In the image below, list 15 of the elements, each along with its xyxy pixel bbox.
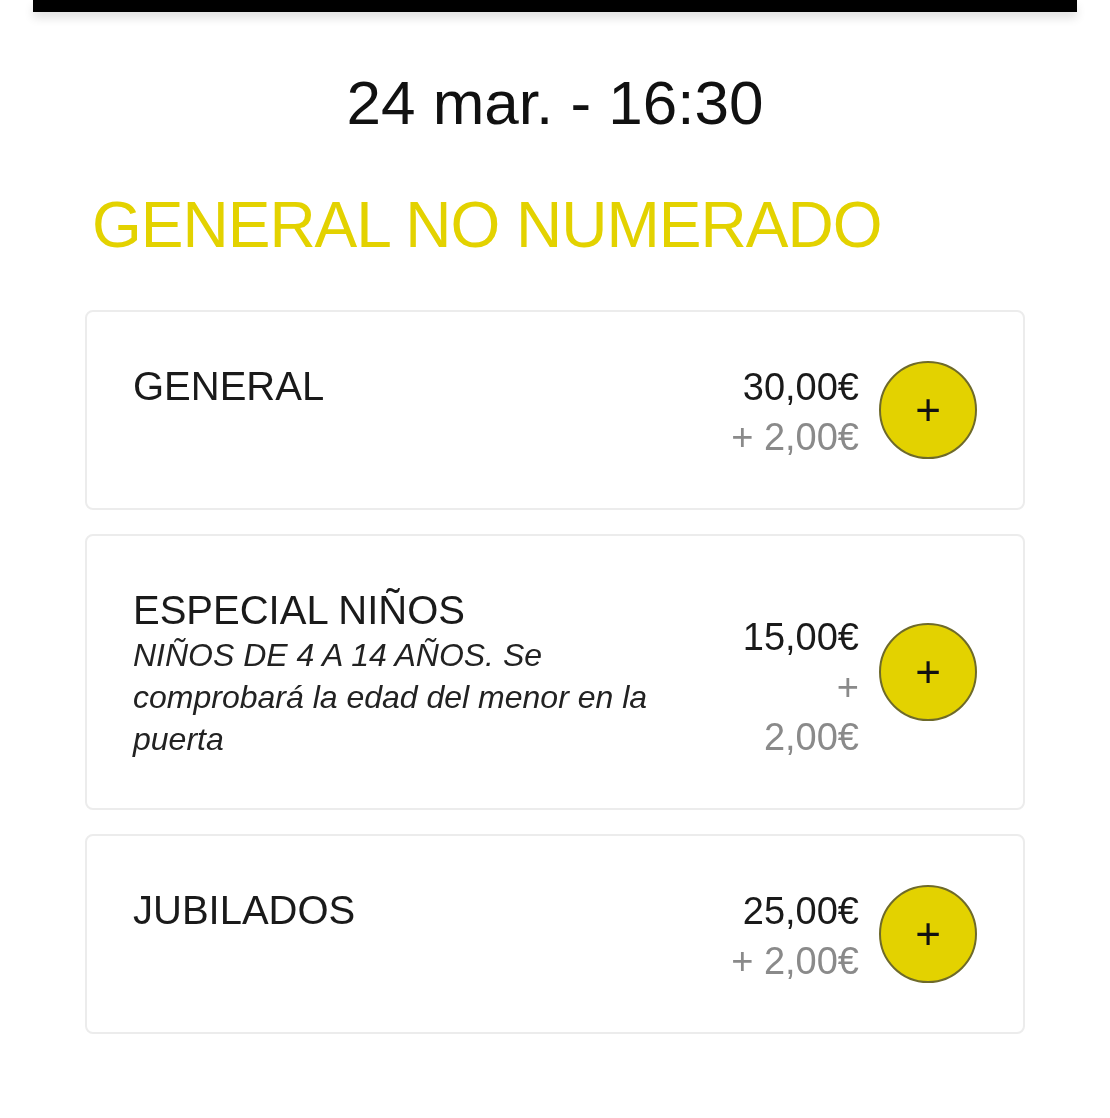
add-button[interactable]: + <box>879 361 977 459</box>
ticket-price: 30,00€ <box>742 365 859 410</box>
ticket-name: GENERAL <box>133 363 326 410</box>
ticket-price: 25,00€ <box>742 889 859 934</box>
ticket-fee: + 2,00€ <box>762 665 859 760</box>
ticket-fee: + 2,00€ <box>731 939 859 984</box>
ticket-name: ESPECIAL NIÑOS <box>133 587 466 634</box>
add-button[interactable]: + <box>879 623 977 721</box>
add-button[interactable]: + <box>879 885 977 983</box>
section-title: GENERAL NO NUMERADO <box>92 188 882 262</box>
ticket-price: 15,00€ <box>742 615 859 660</box>
event-datetime: 24 mar. - 16:30 <box>346 68 764 138</box>
ticket-description: NIÑOS DE 4 A 14 AÑOS. Se comprobará la edad del menor en la puerta <box>133 636 649 759</box>
ticket-fee: + 2,00€ <box>731 415 859 460</box>
ticket-name: JUBILADOS <box>133 887 357 934</box>
